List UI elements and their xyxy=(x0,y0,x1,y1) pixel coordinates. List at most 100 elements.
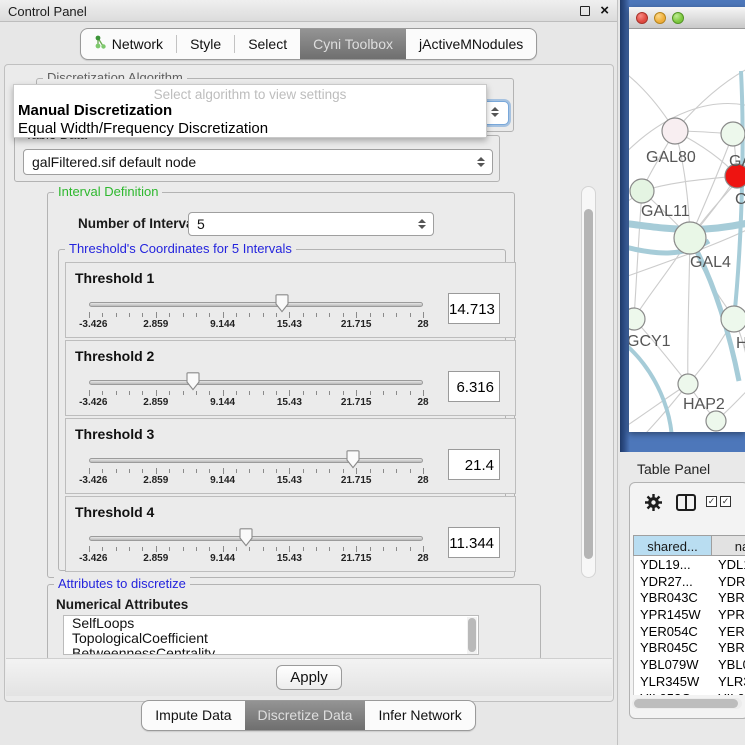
attributes-scrollbar[interactable] xyxy=(467,617,477,655)
tick-mark xyxy=(263,469,264,473)
bottom-tab-infer-network[interactable]: Infer Network xyxy=(365,701,474,730)
table-row[interactable]: YDL19...YDL19... xyxy=(634,556,745,573)
tick-mark xyxy=(370,547,371,551)
network-window-titlebar[interactable] xyxy=(629,7,745,29)
tick-mark xyxy=(209,547,210,551)
network-graph[interactable]: GAL80GACGAL11GAL4GCY1HHAP2 xyxy=(629,29,745,432)
table-rows: YDL19...YDL19...YDR27...YDR27...YBR043CY… xyxy=(633,556,745,695)
settings-scrollbar-thumb[interactable] xyxy=(584,209,593,559)
table-row[interactable]: YIL052CYIL052C xyxy=(634,690,745,696)
tick-mark xyxy=(196,313,197,317)
settings-scrollbar[interactable] xyxy=(581,186,596,578)
network-node-label: HAP2 xyxy=(683,396,725,413)
network-edge[interactable] xyxy=(675,61,745,131)
list-item[interactable]: SelfLoops xyxy=(64,616,478,631)
table-cell: YBR043C xyxy=(634,589,712,606)
tick-mark xyxy=(423,546,424,552)
dropdown-option[interactable]: Manual Discretization xyxy=(14,102,486,120)
tab-style[interactable]: Style xyxy=(177,29,234,59)
network-node-ga[interactable] xyxy=(721,122,745,146)
checkbox-icon[interactable]: ✓ xyxy=(720,496,731,507)
table-hscrollbar[interactable] xyxy=(632,698,742,709)
column-header-name[interactable]: name xyxy=(711,535,745,556)
slider-track[interactable] xyxy=(89,380,423,385)
tick-mark xyxy=(209,313,210,317)
tick-mark xyxy=(129,547,130,551)
algorithm-dropdown-popup: Select algorithm to view settings Manual… xyxy=(13,84,487,138)
close-traffic-light-icon[interactable] xyxy=(636,12,648,24)
network-edge-highlighted[interactable] xyxy=(629,341,672,432)
network-node-label: GCY1 xyxy=(629,333,671,350)
tick-mark xyxy=(249,313,250,317)
slider-track[interactable] xyxy=(89,302,423,307)
bottom-tab-discretize-data[interactable]: Discretize Data xyxy=(245,701,366,730)
tick-mark xyxy=(236,313,237,317)
checkbox-icon[interactable]: ✓ xyxy=(706,496,717,507)
threshold-value[interactable]: 11.344 xyxy=(448,527,500,558)
slider-track[interactable] xyxy=(89,458,423,463)
tick-mark xyxy=(289,468,290,474)
table-data-combobox[interactable]: galFiltered.sif default node xyxy=(23,149,493,175)
threshold-value[interactable]: 6.316 xyxy=(448,371,500,402)
gear-icon[interactable] xyxy=(644,493,663,517)
table-row[interactable]: YBR045CYBR045C xyxy=(634,639,745,656)
network-node-gal80[interactable] xyxy=(662,118,688,144)
minimize-traffic-light-icon[interactable] xyxy=(654,12,666,24)
tick-mark xyxy=(116,313,117,317)
tick-mark xyxy=(356,546,357,552)
numerical-attributes-list[interactable]: SelfLoopsTopologicalCoefficientBetweenne… xyxy=(63,615,479,655)
bottom-tab-impute-data[interactable]: Impute Data xyxy=(142,701,244,730)
tick-mark xyxy=(370,391,371,395)
columns-icon[interactable] xyxy=(676,494,696,511)
bottom-tab-label: Discretize Data xyxy=(258,707,353,723)
column-header-shared[interactable]: shared... xyxy=(633,535,711,556)
attributes-scrollbar-thumb[interactable] xyxy=(468,618,476,652)
table-row[interactable]: YER054CYER054C xyxy=(634,623,745,640)
tick-mark xyxy=(116,469,117,473)
float-window-icon[interactable] xyxy=(580,6,590,16)
slider-thumb[interactable] xyxy=(185,372,201,391)
dropdown-option[interactable]: Equal Width/Frequency Discretization xyxy=(14,120,486,138)
table-cell: YBR045C xyxy=(712,639,745,656)
slider-thumb[interactable] xyxy=(238,528,254,547)
network-edge[interactable] xyxy=(634,319,688,384)
tab-network[interactable]: Network xyxy=(81,29,176,59)
tick-mark xyxy=(343,547,344,551)
tick-mark xyxy=(329,547,330,551)
attributes-group-title: Attributes to discretize xyxy=(54,577,190,591)
tab-cyni-toolbox[interactable]: Cyni Toolbox xyxy=(300,29,406,59)
network-node[interactable] xyxy=(706,411,726,431)
slider-tick-labels: -3.4262.8599.14415.4321.71528 xyxy=(89,397,423,409)
threshold-value[interactable]: 14.713 xyxy=(448,293,500,324)
list-item[interactable]: TopologicalCoefficient xyxy=(64,631,478,646)
network-edge[interactable] xyxy=(642,176,737,191)
network-canvas[interactable]: GAL80GACGAL11GAL4GCY1HHAP2 xyxy=(629,29,745,432)
threshold-value[interactable]: 21.4 xyxy=(448,449,500,480)
apply-button[interactable]: Apply xyxy=(276,665,342,690)
zoom-traffic-light-icon[interactable] xyxy=(672,12,684,24)
close-icon[interactable]: × xyxy=(600,2,609,19)
table-hscrollbar-thumb[interactable] xyxy=(634,699,738,708)
table-row[interactable]: YLR345WYLR345W xyxy=(634,673,745,690)
tab-select[interactable]: Select xyxy=(235,29,300,59)
slider-thumb[interactable] xyxy=(345,450,361,469)
table-header-row: shared...name xyxy=(633,535,745,556)
network-node-gal11[interactable] xyxy=(630,179,654,203)
network-node-gal4[interactable] xyxy=(674,222,706,254)
network-node-gcy1[interactable] xyxy=(629,308,645,330)
table-row[interactable]: YBR043CYBR043C xyxy=(634,589,745,606)
network-node-hap2[interactable] xyxy=(678,374,698,394)
tick-label: 15.43 xyxy=(277,475,302,486)
table-row[interactable]: YDR27...YDR27... xyxy=(634,573,745,590)
list-item[interactable]: BetweennessCentrality xyxy=(64,646,478,655)
network-node-h[interactable] xyxy=(721,306,745,332)
combo-stepper-icon[interactable] xyxy=(488,107,502,117)
tab-jactivemnodules[interactable]: jActiveMNodules xyxy=(406,29,536,59)
number-of-intervals-combobox[interactable]: 5 xyxy=(188,212,434,236)
table-row[interactable]: YPR145WYPR145W xyxy=(634,606,745,623)
slider-thumb[interactable] xyxy=(274,294,290,313)
table-row[interactable]: YBL079WYBL079W xyxy=(634,656,745,673)
tick-mark xyxy=(356,390,357,396)
network-edge[interactable] xyxy=(690,134,733,238)
slider-track[interactable] xyxy=(89,536,423,541)
